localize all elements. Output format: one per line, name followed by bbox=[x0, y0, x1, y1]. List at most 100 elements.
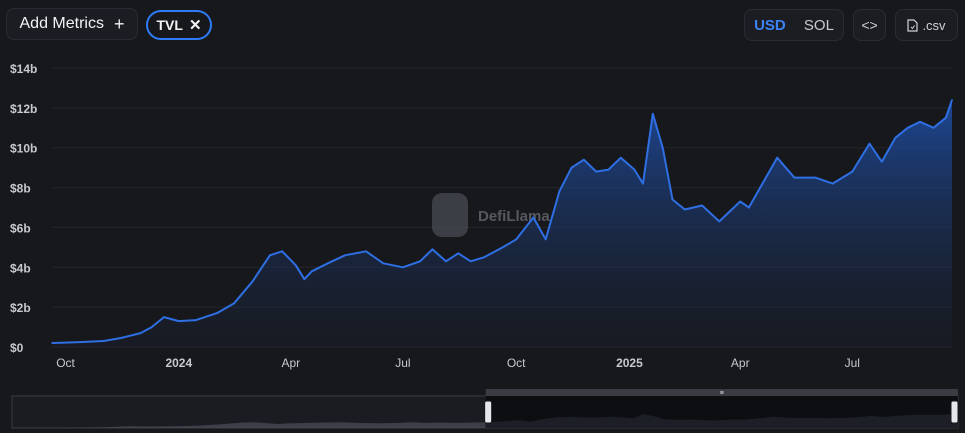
data-point bbox=[310, 270, 313, 273]
add-metrics-label: Add Metrics bbox=[19, 15, 104, 32]
data-point bbox=[51, 342, 53, 344]
data-point bbox=[269, 254, 271, 257]
x-tick-label: Oct bbox=[507, 356, 526, 370]
data-point bbox=[868, 142, 871, 145]
file-icon bbox=[907, 18, 919, 32]
data-point bbox=[515, 238, 517, 241]
data-point bbox=[344, 254, 346, 257]
brush-handle[interactable] bbox=[950, 400, 959, 424]
data-point bbox=[483, 256, 485, 259]
currency-option-usd[interactable]: USD bbox=[754, 17, 786, 34]
data-point bbox=[620, 156, 622, 159]
data-point bbox=[894, 136, 897, 139]
data-point bbox=[671, 198, 674, 201]
embed-button[interactable]: <> bbox=[853, 9, 886, 41]
csv-label: .csv bbox=[922, 17, 946, 33]
tvl-pill-label: TVL bbox=[156, 17, 183, 33]
data-point bbox=[233, 302, 236, 304]
data-point bbox=[532, 216, 535, 219]
data-point bbox=[382, 262, 384, 265]
data-point bbox=[544, 238, 547, 241]
x-tick-label: Apr bbox=[731, 356, 750, 370]
data-point bbox=[633, 168, 636, 171]
data-point bbox=[739, 200, 742, 203]
tvl-metric-pill[interactable]: TVL ✕ bbox=[146, 10, 212, 40]
data-point bbox=[251, 280, 254, 283]
tvl-area-chart[interactable]: $0 $2b $4b $6b $8b $10b $12b $14b Oct 2024 Apr Jul… bbox=[0, 50, 965, 380]
x-tick-label: Jul bbox=[395, 356, 410, 370]
data-point bbox=[102, 340, 105, 342]
data-point bbox=[402, 266, 404, 269]
data-point bbox=[945, 117, 947, 119]
x-tick-label: 2025 bbox=[616, 356, 643, 370]
data-point bbox=[163, 316, 165, 318]
x-tick-label: Oct bbox=[56, 356, 75, 370]
data-point bbox=[906, 126, 909, 129]
data-point bbox=[326, 262, 329, 265]
brush-handle[interactable] bbox=[484, 400, 493, 424]
brush-handle-grip: ≡ bbox=[720, 390, 724, 397]
data-point bbox=[570, 166, 573, 169]
data-point bbox=[431, 248, 434, 251]
llama-logo-icon bbox=[432, 193, 468, 237]
data-point bbox=[457, 252, 460, 255]
data-point bbox=[216, 312, 218, 314]
data-point bbox=[701, 204, 703, 207]
data-point bbox=[120, 337, 122, 339]
watermark-text: DefiLlama bbox=[478, 208, 550, 225]
data-point bbox=[64, 341, 67, 344]
data-point bbox=[652, 113, 654, 115]
code-icon: <> bbox=[861, 17, 878, 33]
y-tick-label: $4b bbox=[10, 261, 31, 275]
x-tick-label: 2024 bbox=[165, 356, 192, 370]
data-point bbox=[684, 208, 686, 211]
data-point bbox=[814, 176, 817, 179]
data-point bbox=[365, 250, 367, 253]
data-point bbox=[419, 260, 421, 263]
y-tick-label: $12b bbox=[10, 102, 37, 116]
data-point bbox=[748, 206, 750, 209]
data-point bbox=[951, 99, 953, 101]
data-point bbox=[919, 121, 921, 123]
data-point bbox=[718, 220, 721, 223]
data-point bbox=[776, 156, 778, 159]
y-tick-label: $10b bbox=[10, 142, 37, 156]
range-brush[interactable]: ≡ bbox=[0, 388, 965, 433]
data-point bbox=[595, 170, 597, 173]
data-point bbox=[81, 341, 84, 343]
data-point bbox=[281, 250, 284, 253]
data-point bbox=[178, 320, 180, 322]
data-point bbox=[881, 160, 883, 163]
data-point bbox=[831, 182, 834, 185]
plus-icon: + bbox=[113, 14, 125, 34]
data-point bbox=[469, 260, 472, 263]
data-point bbox=[661, 146, 664, 149]
data-point bbox=[583, 158, 585, 161]
data-point bbox=[607, 168, 610, 171]
x-tick-label: Jul bbox=[845, 356, 860, 370]
download-csv-button[interactable]: .csv bbox=[895, 9, 958, 41]
data-point bbox=[294, 264, 297, 267]
currency-toggle: USD SOL bbox=[744, 9, 844, 41]
data-point bbox=[195, 319, 197, 321]
data-point bbox=[303, 278, 306, 281]
data-point bbox=[793, 176, 796, 179]
chart-toolbar: Add Metrics + TVL ✕ USD SOL <> .csv bbox=[0, 0, 965, 50]
data-point bbox=[642, 182, 644, 185]
data-point bbox=[851, 170, 854, 173]
data-point bbox=[445, 260, 447, 263]
y-tick-label: $6b bbox=[10, 221, 31, 235]
data-point bbox=[501, 246, 504, 249]
currency-option-sol[interactable]: SOL bbox=[804, 17, 834, 34]
y-tick-label: $0 bbox=[10, 341, 24, 355]
close-icon[interactable]: ✕ bbox=[189, 16, 202, 34]
data-point bbox=[139, 332, 142, 334]
data-point bbox=[932, 126, 935, 129]
add-metrics-button[interactable]: Add Metrics + bbox=[6, 8, 138, 40]
y-tick-label: $8b bbox=[10, 182, 31, 196]
data-point bbox=[150, 326, 153, 328]
y-tick-label: $14b bbox=[10, 62, 37, 76]
data-point bbox=[762, 180, 765, 183]
x-tick-label: Apr bbox=[282, 356, 301, 370]
data-point bbox=[558, 190, 561, 193]
